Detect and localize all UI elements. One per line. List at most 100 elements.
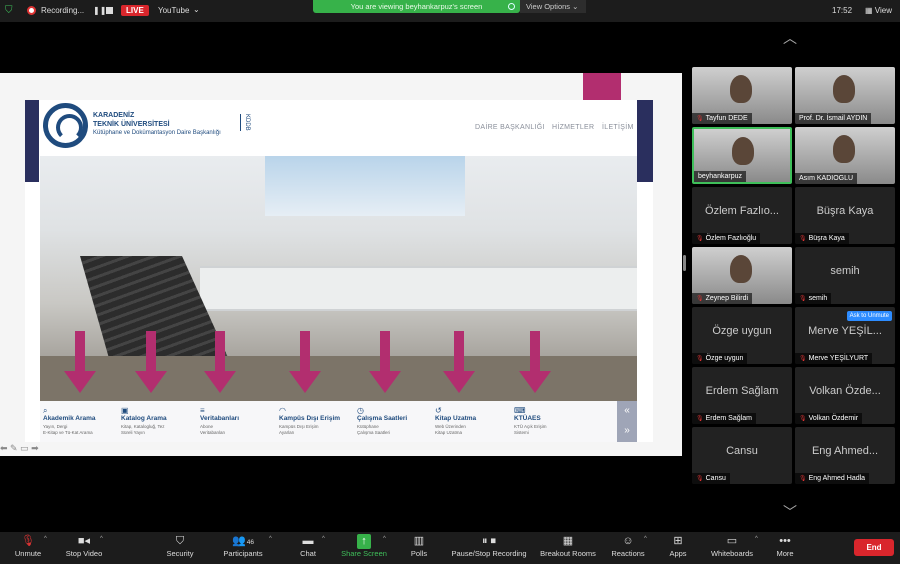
nav-hizmetler[interactable]: HİZMETLER (552, 124, 594, 131)
menu-kitap-uzatma[interactable]: ↺ Kitap Uzatma Web Üzerinden Kitap Uzatma (432, 401, 510, 442)
menu-title: Kitap Uzatma (435, 415, 477, 422)
slide-accent (583, 73, 621, 100)
avatar (730, 75, 752, 103)
menu-calisma-saatleri[interactable]: ◷ Çalışma Saatleri Kütüphane Çalışma Saat… (354, 401, 432, 442)
pointer-arrow (64, 331, 96, 396)
participant-tile[interactable]: Özge uygun 🎙 Özge uygun (692, 307, 792, 364)
mic-muted-icon: 🎙 (696, 236, 704, 242)
participant-tile[interactable]: Ask to Unmute Merve YEŞİL... 🎙 Merve YEŞİ… (795, 307, 895, 364)
menu-ktuaes[interactable]: ⌨ KTÜAES KTÜ Açık Erişim Sistemi (511, 401, 589, 442)
stream-target[interactable]: YouTube (158, 6, 189, 15)
participant-tile[interactable]: Asım KADIOGLU (795, 127, 895, 184)
ask-to-unmute-badge[interactable]: Ask to Unmute (846, 311, 892, 321)
participant-name: beyhankarpuz (694, 171, 746, 182)
chat-button[interactable]: ▬ Chat (295, 532, 321, 564)
rss-icon: ◠ (279, 406, 286, 415)
avatar (833, 135, 855, 163)
unmute-button[interactable]: 🎙 Unmute (10, 532, 46, 564)
participant-tile[interactable]: Erdem Sağlam 🎙 Erdem Sağlam (692, 367, 792, 424)
apps-button[interactable]: ⊞ Apps (666, 532, 690, 564)
participant-big-name: Büşra Kaya (816, 205, 874, 217)
participant-big-name: Özge uygun (712, 325, 772, 337)
participant-name: 🎙 Merve YEŞİLYURT (795, 353, 873, 364)
menu-katalog-arama[interactable]: ▣ Katalog Arama Kitap, Katalogluğ, Tez Sü… (118, 401, 196, 442)
participant-tile[interactable]: Büşra Kaya 🎙 Büşra Kaya (795, 187, 895, 244)
menu-veritabanlari[interactable]: ≡ Veritabanları Abone Veritabanları (197, 401, 275, 442)
shared-website: KARADENİZ TEKNİK ÜNİVERSİTESİ Kütüphane … (25, 100, 653, 442)
participant-tile-active[interactable]: beyhankarpuz (692, 127, 792, 184)
participant-big-name: semih (830, 265, 860, 277)
menu-sub: Abone Veritabanları (200, 424, 226, 435)
participant-tile[interactable]: Eng Ahmed... 🎙 Eng Ahmed Hadla (795, 427, 895, 484)
share-screen-button[interactable]: ↑ Share Screen (339, 532, 389, 564)
participant-big-name: Cansu (726, 445, 758, 457)
participant-tile[interactable]: 🎙 Zeynep Bilirdi (692, 247, 792, 304)
chevron-left-double-icon[interactable]: « (617, 401, 637, 421)
chevron-up-icon[interactable]: ^ (755, 536, 758, 542)
participant-name: 🎙 Volkan Özdemir (795, 413, 863, 424)
participant-name: 🎙 Zeynep Bilirdi (692, 293, 753, 304)
chevron-up-icon[interactable]: ^ (269, 536, 272, 542)
breakout-rooms-button[interactable]: ▦ Breakout Rooms (538, 532, 598, 564)
pointer-arrow (204, 331, 236, 396)
participant-name: Asım KADIOGLU (795, 173, 858, 184)
more-button[interactable]: ••• More (774, 532, 796, 564)
pause-stop-recording-button[interactable]: ⏸ ⏹ Pause/Stop Recording (449, 532, 529, 564)
annotation-tools[interactable]: ⬅ ✎ ▭ ➡ (0, 443, 39, 454)
chevron-right-double-icon[interactable]: » (617, 421, 637, 441)
participant-tile[interactable]: semih 🎙 semih (795, 247, 895, 304)
stop-recording-icon[interactable] (106, 7, 113, 14)
pointer-arrow (369, 331, 401, 396)
reactions-button[interactable]: ☺ Reactions (609, 532, 647, 564)
mic-muted-icon: 🎙 (799, 296, 807, 302)
nav-daire[interactable]: DAİRE BAŞKANLIĞI (475, 124, 545, 131)
chevron-up-icon[interactable]: ^ (322, 536, 325, 542)
grid-icon: ▦ (562, 535, 574, 547)
participants-label: Participants (223, 549, 263, 558)
participant-name: Prof. Dr. İsmail AYDIN (795, 113, 872, 124)
avatar (732, 137, 754, 165)
chevron-down-icon[interactable]: ⌄ (193, 5, 200, 14)
unmute-label: Unmute (14, 549, 42, 558)
menu-kampus-disi-erisim[interactable]: ◠ Kampüs Dışı Erişim Kampüs Dışı Erişim A… (276, 401, 354, 442)
view-button[interactable]: ▦ View (865, 6, 892, 15)
mic-muted-icon: 🎙 (696, 416, 704, 422)
chevron-up-icon[interactable]: ^ (383, 536, 386, 542)
pause-recording-icon[interactable]: ❚❚ (93, 6, 106, 15)
pointer-arrow (135, 331, 167, 396)
mic-muted-icon: 🎙 (696, 476, 704, 482)
pointer-arrow (289, 331, 321, 396)
nav-iletisim[interactable]: İLETİŞİM (602, 124, 634, 131)
library-photo (40, 156, 637, 401)
shield-icon[interactable]: ⛉ (5, 5, 15, 16)
participant-tile[interactable]: Volkan Özde... 🎙 Volkan Özdemir (795, 367, 895, 424)
participant-name: 🎙 Tayfun DEDE (692, 113, 752, 124)
security-button[interactable]: ⛉ Security (162, 532, 198, 564)
pointer-arrow (519, 331, 551, 396)
participant-tile[interactable]: Özlem Fazlıo... 🎙 Özlem Fazlıoğlu (692, 187, 792, 244)
participant-tile[interactable]: Prof. Dr. İsmail AYDIN (795, 67, 895, 124)
live-badge[interactable]: LIVE (121, 5, 149, 16)
participant-tile[interactable]: Cansu 🎙 Cansu (692, 427, 792, 484)
history-icon: ↺ (435, 406, 442, 415)
chevron-up-icon[interactable]: ^ (100, 536, 103, 542)
participant-tile[interactable]: 🎙 Tayfun DEDE (692, 67, 792, 124)
resize-handle[interactable] (683, 255, 686, 271)
polls-button[interactable]: ▥ Polls (406, 532, 432, 564)
keyboard-icon: ⌨ (514, 406, 526, 415)
participant-name: 🎙 Eng Ahmed Hadla (795, 473, 870, 484)
participants-button[interactable]: 👥46 Participants (219, 532, 267, 564)
recording-label: Recording... (41, 6, 85, 15)
breakout-label: Breakout Rooms (540, 549, 596, 558)
whiteboards-button[interactable]: ▭ Whiteboards (709, 532, 755, 564)
university-line2: TEKNİK ÜNİVERSİTESİ (93, 121, 170, 128)
chevron-down-icon[interactable]: ﹀ (783, 502, 797, 522)
people-icon: 👥46 (232, 535, 254, 547)
chevron-up-icon[interactable]: ^ (644, 536, 647, 542)
chevron-up-icon[interactable]: ^ (44, 536, 47, 542)
menu-akademik-arama[interactable]: ⌕ Akademik Arama Yayın, Dergi E-Kitap ve … (40, 401, 118, 442)
clock: 17:52 (832, 6, 853, 15)
end-button[interactable]: End (854, 539, 894, 556)
view-options-button[interactable]: View Options ⌄ (520, 0, 586, 13)
recording-icon (27, 6, 36, 15)
